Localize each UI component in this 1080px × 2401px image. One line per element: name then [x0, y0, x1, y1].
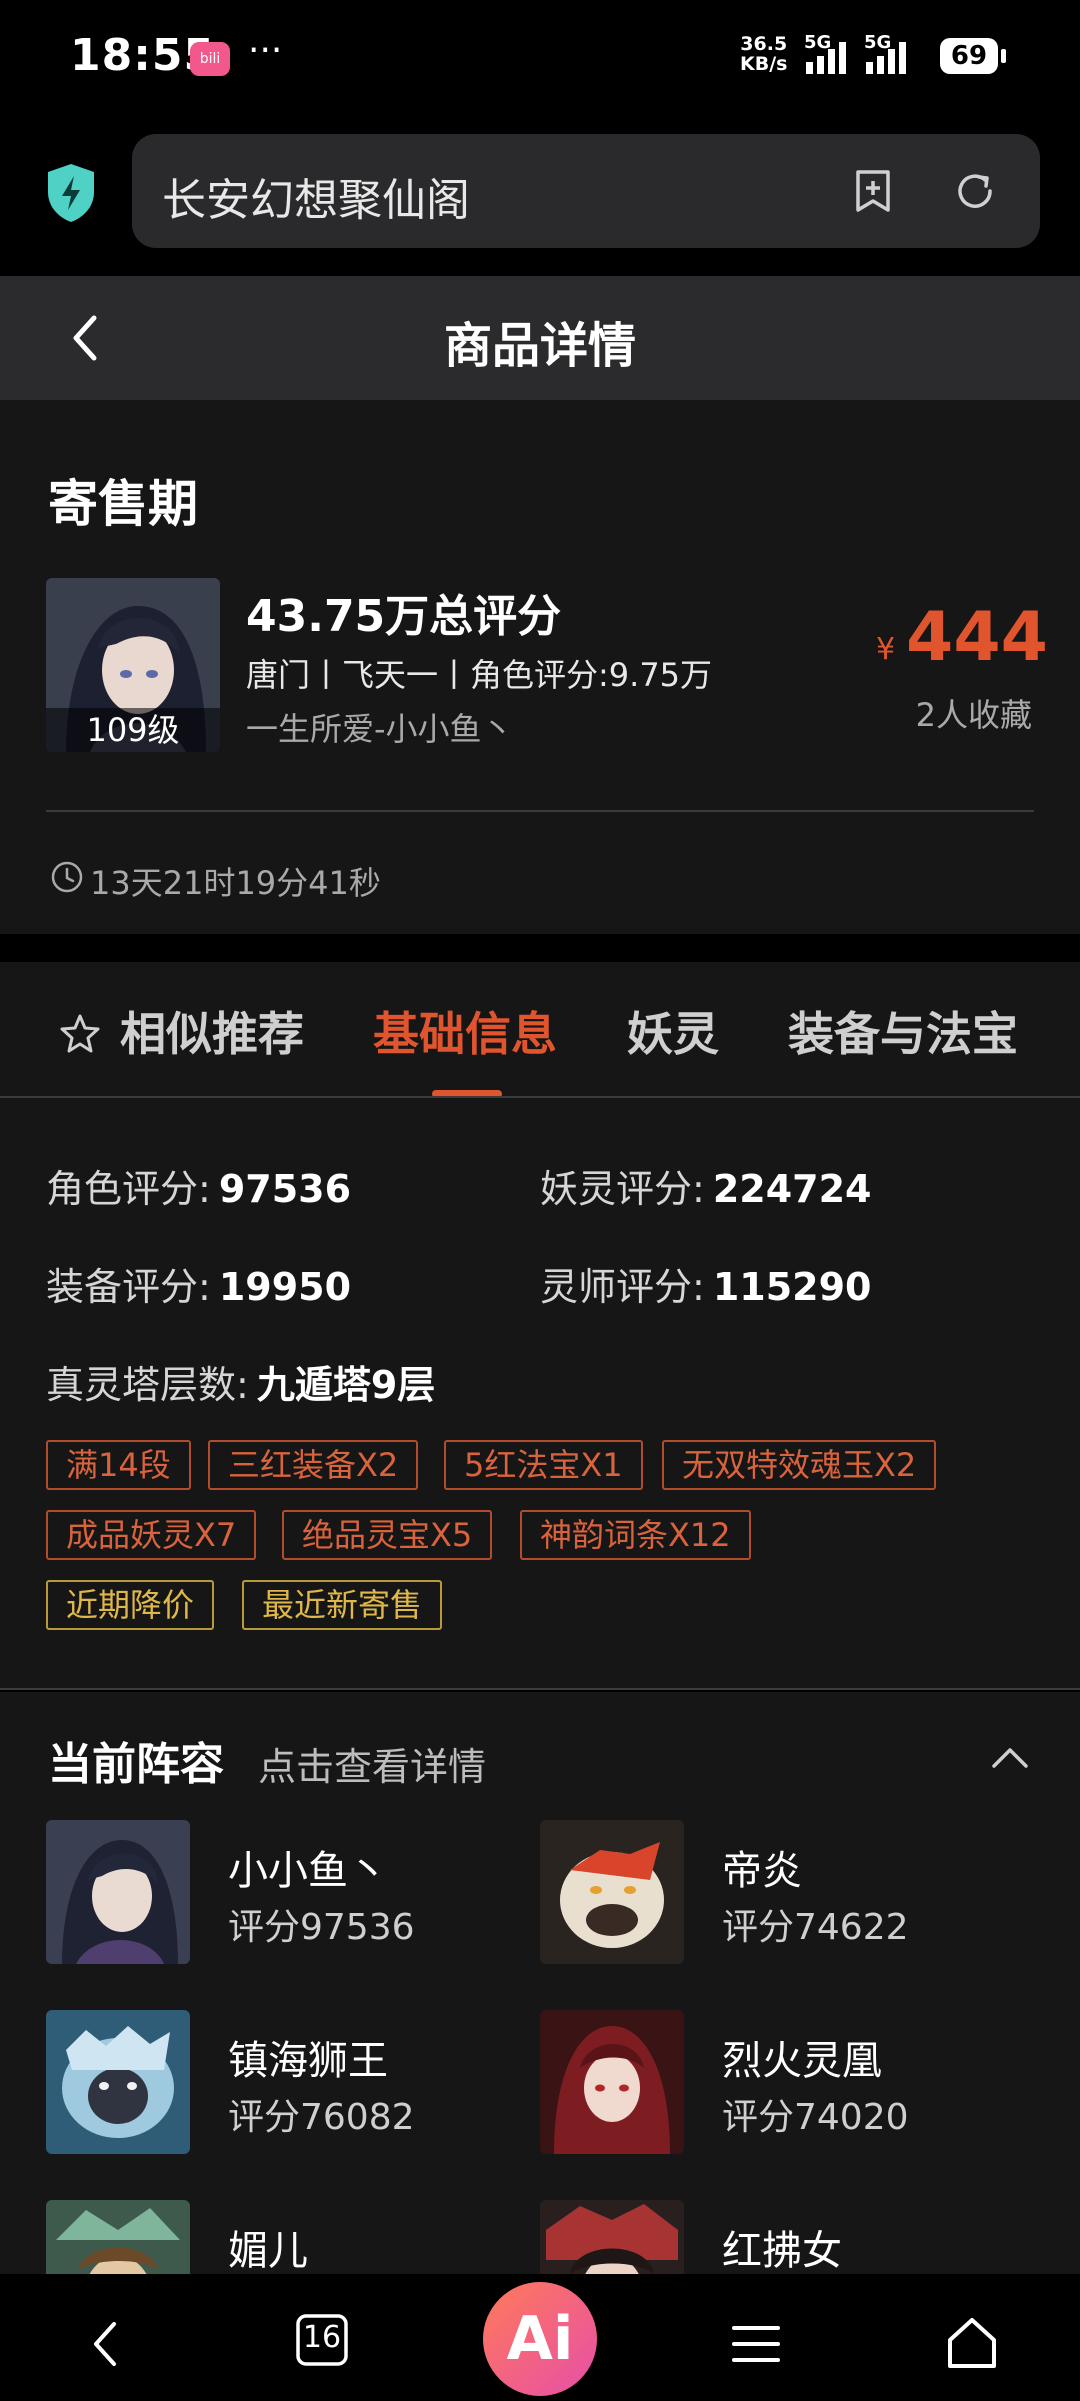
- security-shield-icon[interactable]: [44, 162, 98, 224]
- more-notifications-icon: ···: [248, 30, 283, 71]
- equip-score-value: 19950: [218, 1265, 352, 1309]
- total-score: 43.75万总评分: [246, 591, 562, 642]
- price: 444: [906, 598, 1048, 677]
- lineup-member[interactable]: 镇海狮王 评分76082: [46, 2010, 496, 2160]
- tabs-count: 16: [302, 2320, 342, 2355]
- tower-row: 真灵塔层数: 九遁塔9层: [46, 1363, 436, 1407]
- network-speed-value: 36.5: [740, 33, 788, 55]
- lingshi-score-row: 灵师评分: 115290: [540, 1265, 872, 1309]
- similar-recommend-icon[interactable]: [58, 1012, 102, 1056]
- lineup-member[interactable]: 小小鱼丶 评分97536: [46, 1820, 496, 1970]
- role-score-row: 角色评分: 97536: [46, 1167, 352, 1211]
- current-lineup-section: 当前阵容 点击查看详情 小小鱼丶 评分97536 帝炎 评分74622 镇海狮王…: [0, 1692, 1080, 2274]
- lineup-member[interactable]: 媚儿: [46, 2200, 496, 2274]
- member-avatar: [540, 2200, 684, 2274]
- member-score: 评分74622: [722, 1907, 909, 1948]
- favorites-count: 2人收藏: [915, 696, 1032, 734]
- bilibili-notification-icon: bili: [190, 42, 230, 76]
- tab-similar[interactable]: 相似推荐: [120, 998, 304, 1064]
- tab-equipment[interactable]: 装备与法宝: [788, 998, 1018, 1064]
- member-avatar: [46, 2200, 190, 2274]
- member-name: 小小鱼丶: [228, 1848, 388, 1894]
- yaoling-score-value: 224724: [712, 1167, 872, 1211]
- browser-bottom-nav: 16 Ai: [0, 2274, 1080, 2401]
- basic-info-section: 角色评分: 97536 妖灵评分: 224724 装备评分: 19950 灵师评分: 1…: [0, 1098, 1080, 1690]
- status-tag: 最近新寄售: [242, 1580, 443, 1630]
- lineup-member[interactable]: 帝炎 评分74622: [540, 1820, 1040, 1970]
- lineup-member[interactable]: 烈火灵凰 评分74020: [540, 2010, 1040, 2160]
- tab-basic-info[interactable]: 基础信息: [373, 998, 557, 1064]
- member-name: 红拂女: [722, 2228, 842, 2274]
- feature-tag: 三红装备X2: [208, 1440, 419, 1490]
- feature-tag: 成品妖灵X7: [46, 1510, 257, 1560]
- lingshi-score-value: 115290: [712, 1265, 872, 1309]
- refresh-icon[interactable]: [952, 168, 998, 214]
- member-name: 烈火灵凰: [722, 2038, 882, 2084]
- menu-icon[interactable]: [726, 2314, 786, 2374]
- signal-icon-sim2: 5G: [864, 32, 906, 74]
- divider: [0, 1688, 1080, 1690]
- member-score: 评分74020: [722, 2097, 909, 2138]
- nav-back-icon[interactable]: [76, 2314, 136, 2374]
- member-score: 评分97536: [228, 1907, 415, 1948]
- network-speed-unit: KB/s: [740, 53, 788, 75]
- equip-score-row: 装备评分: 19950: [46, 1265, 352, 1309]
- battery-icon: 69: [940, 38, 1006, 74]
- status-bar: 18:55 bili ··· 36.5 KB/s 5G 5G 69: [0, 0, 1080, 120]
- countdown-timer: 13天21时19分41秒: [90, 864, 381, 902]
- address-bar[interactable]: 长安幻想聚仙阁: [132, 134, 1040, 248]
- divider: [46, 810, 1034, 812]
- member-avatar: [46, 2010, 190, 2154]
- detail-tabs: 相似推荐 基础信息 妖灵 装备与法宝: [0, 962, 1080, 1098]
- member-avatar: [46, 1820, 190, 1964]
- feature-tag: 绝品灵宝X5: [282, 1510, 493, 1560]
- character-avatar[interactable]: 109级: [46, 578, 220, 752]
- home-icon[interactable]: [942, 2314, 1002, 2374]
- page-header: 商品详情: [0, 276, 1080, 400]
- role-score-value: 97536: [218, 1167, 352, 1211]
- tabs-count-button[interactable]: 16: [294, 2312, 350, 2368]
- feature-tag: 无双特效魂玉X2: [662, 1440, 937, 1490]
- member-avatar: [540, 2010, 684, 2154]
- item-summary-card: 寄售期 109级 43.75万总评分 唐门丨飞天一丨角色评分:9.75万 一生所…: [0, 400, 1080, 934]
- member-name: 镇海狮王: [228, 2038, 388, 2084]
- character-description: 唐门丨飞天一丨角色评分:9.75万: [246, 656, 713, 694]
- collapse-chevron-up-icon[interactable]: [990, 1742, 1030, 1772]
- lineup-title: 当前阵容: [48, 1739, 224, 1790]
- seller-name: 一生所爱-小小鱼丶: [246, 710, 514, 748]
- page-title: 商品详情: [443, 318, 636, 374]
- tab-yaoling[interactable]: 妖灵: [627, 998, 719, 1064]
- feature-tag: 满14段: [46, 1440, 191, 1490]
- yaoling-score-row: 妖灵评分: 224724: [540, 1167, 872, 1211]
- character-level: 109级: [46, 708, 220, 752]
- signal-icon-sim1: 5G: [804, 32, 846, 74]
- member-name: 媚儿: [228, 2228, 308, 2274]
- tower-value: 九遁塔9层: [256, 1363, 436, 1407]
- feature-tag: 5红法宝X1: [444, 1440, 643, 1490]
- currency-symbol: ¥: [876, 632, 896, 667]
- address-bar-text[interactable]: 长安幻想聚仙阁: [162, 164, 470, 228]
- clock-icon: [51, 861, 83, 893]
- lineup-member[interactable]: 红拂女: [540, 2200, 1040, 2274]
- network-speed: 36.5 KB/s: [740, 34, 787, 74]
- member-name: 帝炎: [722, 1848, 802, 1894]
- member-score: 评分76082: [228, 2097, 415, 2138]
- consign-period-label: 寄售期: [48, 475, 198, 533]
- ai-assistant-button[interactable]: Ai: [483, 2282, 597, 2396]
- add-bookmark-icon[interactable]: [850, 168, 896, 214]
- member-avatar: [540, 1820, 684, 1964]
- feature-tag: 神韵词条X12: [520, 1510, 751, 1560]
- status-tag: 近期降价: [46, 1580, 215, 1630]
- lineup-hint[interactable]: 点击查看详情: [258, 1736, 486, 1791]
- browser-toolbar: 长安幻想聚仙阁: [0, 120, 1080, 276]
